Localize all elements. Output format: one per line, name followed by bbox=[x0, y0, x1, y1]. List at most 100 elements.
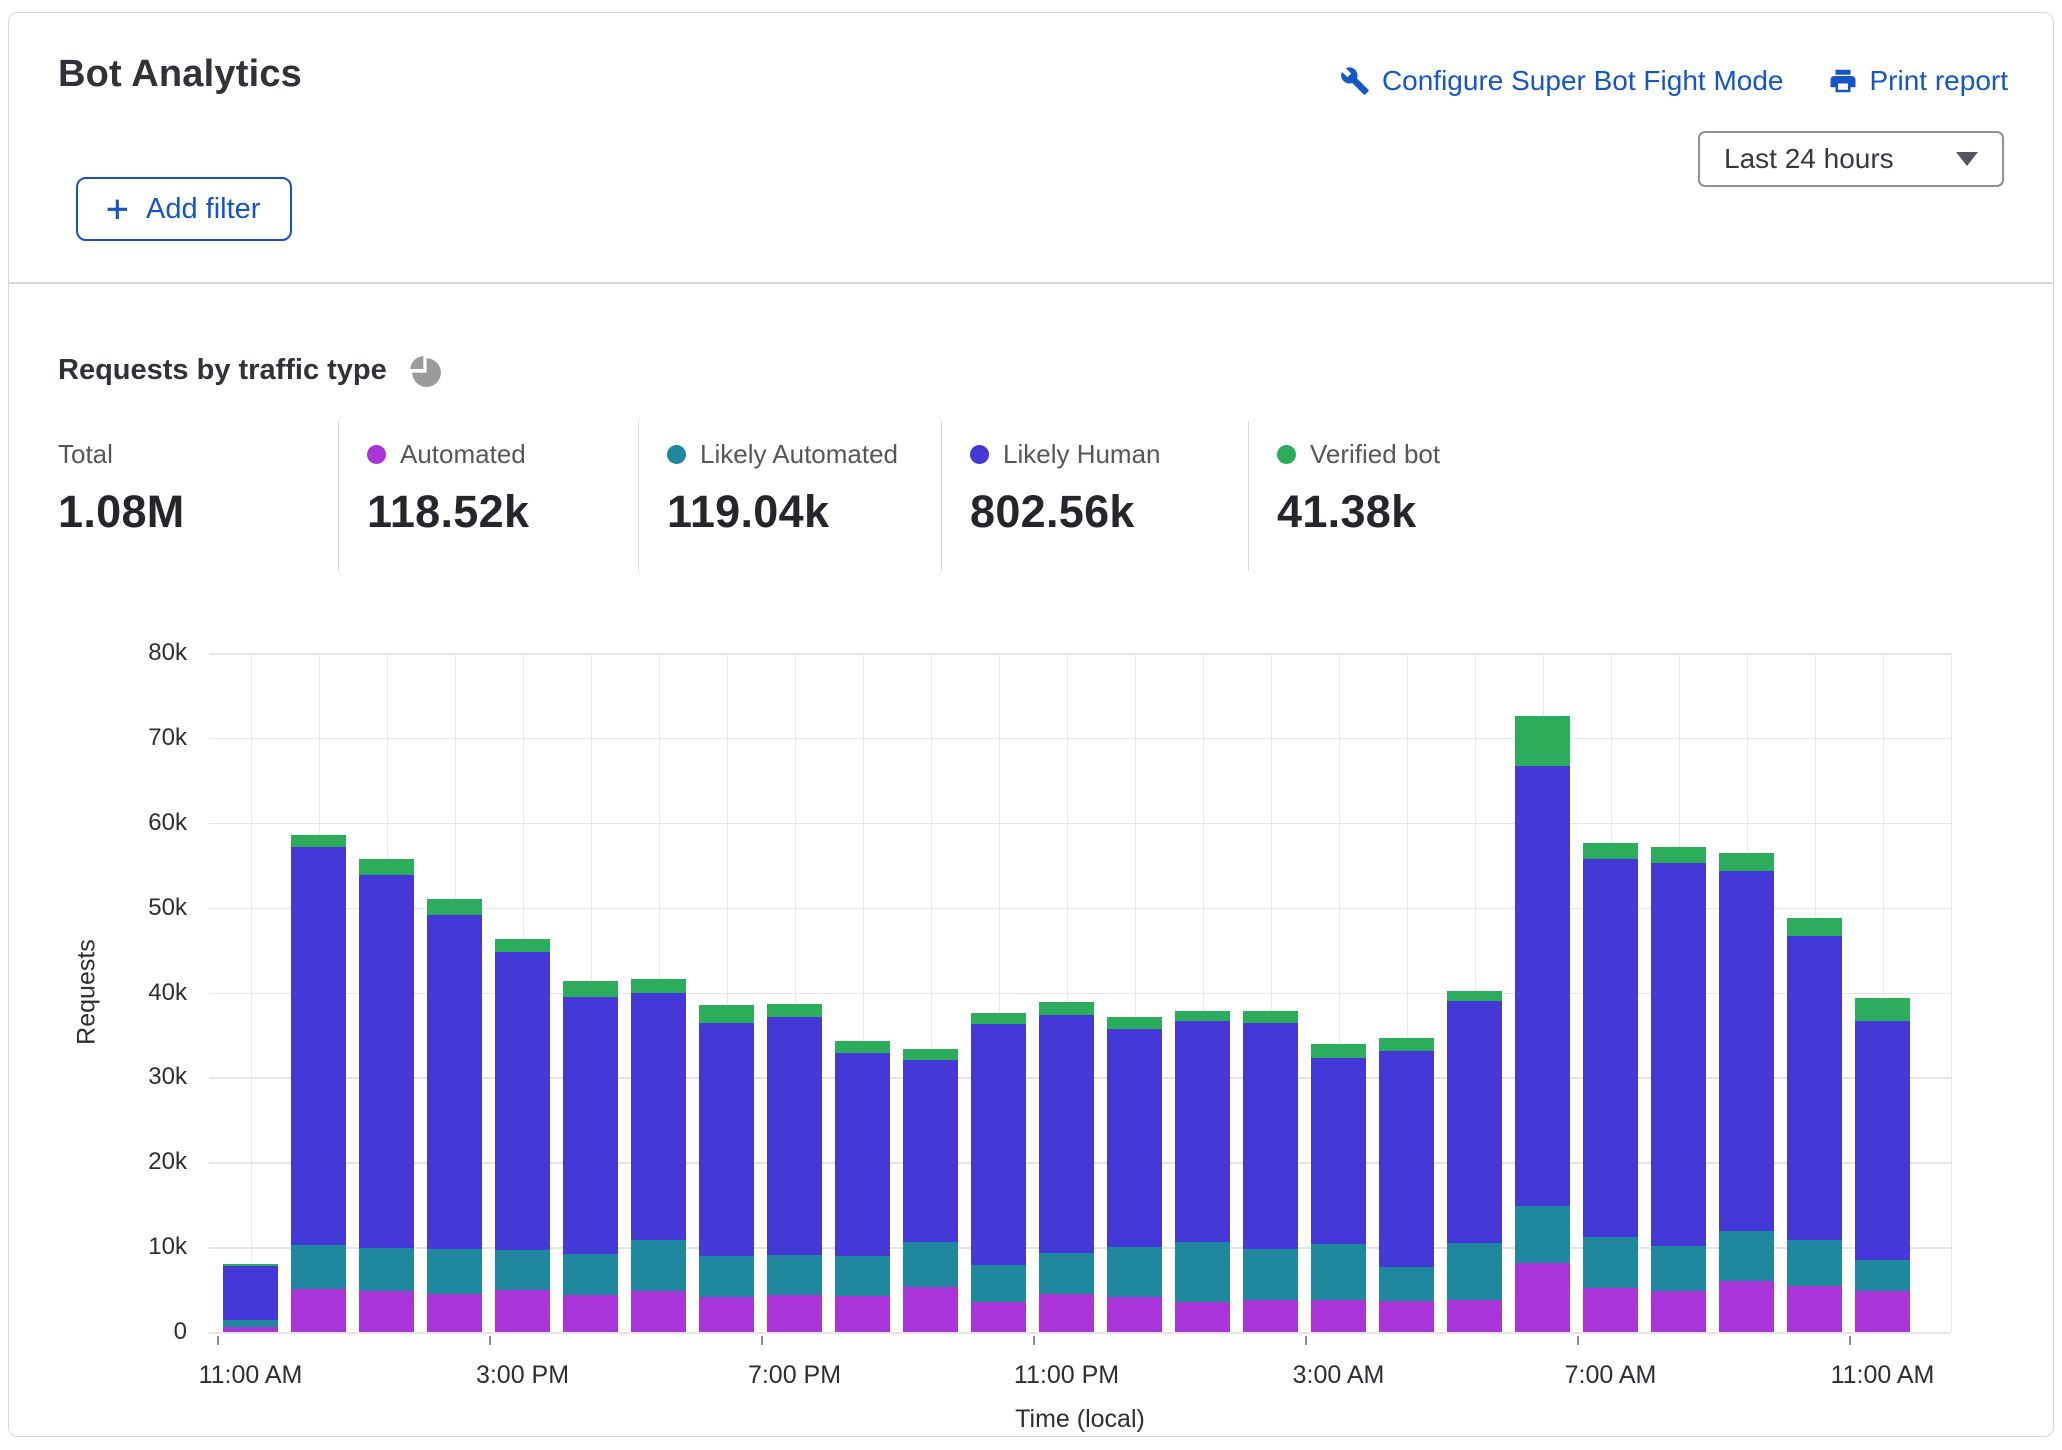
stats-row: Total 1.08M Automated 118.52k Likely Aut… bbox=[58, 421, 1548, 571]
segment-automated bbox=[971, 1302, 1026, 1332]
verified-bot-legend-dot bbox=[1277, 445, 1296, 464]
segment-verified-bot bbox=[1515, 716, 1570, 766]
segment-likely-human bbox=[495, 952, 550, 1251]
bar-700am[interactable] bbox=[1583, 843, 1638, 1332]
bar-400pm[interactable] bbox=[563, 981, 618, 1332]
bar-100pm[interactable] bbox=[359, 859, 414, 1332]
segment-verified-bot bbox=[359, 859, 414, 874]
bar-500am[interactable] bbox=[1447, 991, 1502, 1332]
y-tick-label: 50k bbox=[109, 894, 187, 922]
segment-likely-automated bbox=[903, 1242, 958, 1287]
segment-verified-bot bbox=[1855, 998, 1910, 1020]
segment-likely-automated bbox=[971, 1265, 1026, 1302]
bar-400am[interactable] bbox=[1379, 1038, 1434, 1332]
segment-likely-human bbox=[835, 1053, 890, 1256]
x-tick-mark bbox=[217, 1336, 219, 1345]
segment-likely-automated bbox=[1243, 1249, 1298, 1300]
segment-likely-automated bbox=[1651, 1246, 1706, 1291]
y-tick-label: 70k bbox=[109, 724, 187, 752]
y-axis-title: Requests bbox=[73, 939, 102, 1045]
segment-likely-automated bbox=[223, 1320, 278, 1327]
header-divider bbox=[9, 282, 2053, 284]
segment-likely-automated bbox=[1583, 1237, 1638, 1288]
y-tick-label: 30k bbox=[109, 1063, 187, 1091]
segment-verified-bot bbox=[1311, 1044, 1366, 1058]
configure-super-bot-fight-mode-link[interactable]: Configure Super Bot Fight Mode bbox=[1340, 65, 1784, 97]
segment-likely-human bbox=[971, 1024, 1026, 1265]
x-tick-label: 3:00 AM bbox=[1293, 1361, 1385, 1390]
bar-500pm[interactable] bbox=[631, 979, 686, 1332]
segment-likely-human bbox=[631, 993, 686, 1240]
segment-automated bbox=[631, 1291, 686, 1332]
add-filter-button[interactable]: Add filter bbox=[76, 177, 292, 241]
add-filter-label: Add filter bbox=[146, 193, 260, 226]
segment-automated bbox=[291, 1289, 346, 1332]
segment-verified-bot bbox=[1583, 843, 1638, 859]
segment-likely-human bbox=[291, 847, 346, 1245]
stat-likely-human-label: Likely Human bbox=[1003, 439, 1161, 470]
stat-automated-value: 118.52k bbox=[367, 486, 638, 538]
y-tick-label: 10k bbox=[109, 1233, 187, 1261]
segment-verified-bot bbox=[1651, 847, 1706, 864]
segment-verified-bot bbox=[903, 1049, 958, 1059]
bar-1200pm[interactable] bbox=[291, 835, 346, 1332]
bar-300am[interactable] bbox=[1311, 1044, 1366, 1332]
pie-chart-icon[interactable] bbox=[405, 351, 443, 389]
bar-600am[interactable] bbox=[1515, 716, 1570, 1332]
bar-200am[interactable] bbox=[1243, 1011, 1298, 1332]
bar-1100am[interactable] bbox=[223, 1264, 278, 1332]
segment-likely-human bbox=[1039, 1015, 1094, 1253]
segment-likely-human bbox=[1447, 1001, 1502, 1243]
segment-likely-automated bbox=[631, 1240, 686, 1291]
bar-200pm[interactable] bbox=[427, 899, 482, 1332]
segment-verified-bot bbox=[1175, 1011, 1230, 1021]
bar-700pm[interactable] bbox=[767, 1004, 822, 1332]
segment-likely-human bbox=[563, 997, 618, 1254]
printer-icon bbox=[1828, 66, 1858, 96]
x-tick-mark bbox=[761, 1336, 763, 1345]
bar-800am[interactable] bbox=[1651, 847, 1706, 1332]
x-tick-label: 11:00 PM bbox=[1014, 1361, 1119, 1390]
bar-800pm[interactable] bbox=[835, 1041, 890, 1332]
segment-automated bbox=[767, 1295, 822, 1332]
segment-automated bbox=[699, 1297, 754, 1332]
gridline-vertical bbox=[251, 653, 253, 1332]
wrench-icon bbox=[1340, 66, 1370, 96]
stat-automated: Automated 118.52k bbox=[338, 421, 638, 571]
stat-likely-human: Likely Human 802.56k bbox=[941, 421, 1248, 571]
bar-1200am[interactable] bbox=[1107, 1017, 1162, 1332]
segment-verified-bot bbox=[631, 979, 686, 993]
bar-300pm[interactable] bbox=[495, 939, 550, 1332]
bar-600pm[interactable] bbox=[699, 1005, 754, 1332]
segment-automated bbox=[563, 1295, 618, 1332]
bar-1000am[interactable] bbox=[1787, 918, 1842, 1332]
bar-1000pm[interactable] bbox=[971, 1013, 1026, 1332]
segment-likely-automated bbox=[1855, 1260, 1910, 1291]
segment-likely-human bbox=[1311, 1058, 1366, 1244]
bar-900pm[interactable] bbox=[903, 1049, 958, 1332]
segment-likely-automated bbox=[1175, 1242, 1230, 1302]
segment-automated bbox=[1175, 1302, 1230, 1332]
segment-likely-human bbox=[903, 1060, 958, 1242]
segment-likely-human bbox=[1651, 863, 1706, 1246]
bar-100am[interactable] bbox=[1175, 1011, 1230, 1332]
bar-900am[interactable] bbox=[1719, 853, 1774, 1332]
gridline-horizontal bbox=[209, 1332, 1951, 1334]
stat-verified-bot: Verified bot 41.38k bbox=[1248, 421, 1548, 571]
segment-automated bbox=[495, 1290, 550, 1332]
segment-automated bbox=[1651, 1291, 1706, 1332]
segment-automated bbox=[359, 1291, 414, 1332]
time-range-dropdown[interactable]: Last 24 hours bbox=[1698, 131, 2004, 187]
x-tick-mark bbox=[1577, 1336, 1579, 1345]
print-report-link[interactable]: Print report bbox=[1828, 65, 2009, 97]
bot-analytics-card: Bot Analytics Configure Super Bot Fight … bbox=[8, 12, 2054, 1437]
segment-likely-automated bbox=[359, 1248, 414, 1291]
segment-automated bbox=[1583, 1288, 1638, 1332]
bar-1100am[interactable] bbox=[1855, 998, 1910, 1332]
gridline-vertical bbox=[1951, 653, 1953, 1332]
stat-verified-bot-label: Verified bot bbox=[1310, 439, 1440, 470]
segment-likely-automated bbox=[427, 1249, 482, 1294]
bar-1100pm[interactable] bbox=[1039, 1002, 1094, 1332]
segment-automated bbox=[427, 1294, 482, 1332]
stat-total-value: 1.08M bbox=[58, 486, 338, 538]
